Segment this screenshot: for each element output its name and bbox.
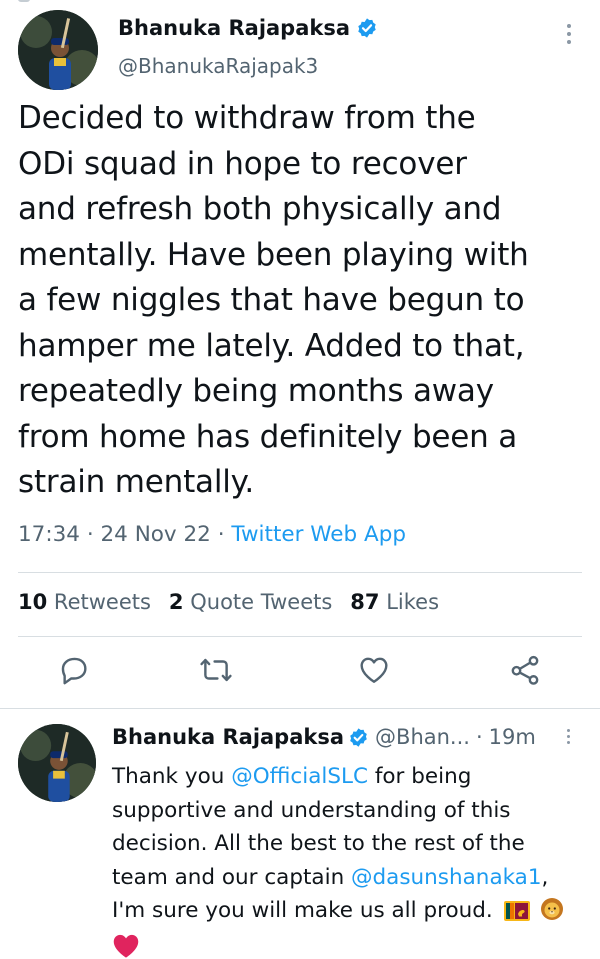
reply-text-segment: I'm sure you will make us all proud.: [112, 898, 493, 923]
top-edge-fragment: [18, 0, 30, 2]
likes-label: Likes: [386, 590, 440, 614]
tweet-text-line: repeatedly being months away: [18, 373, 494, 409]
divider: [18, 572, 582, 573]
divider: [18, 636, 582, 637]
more-options-icon[interactable]: [567, 729, 570, 744]
more-options-icon[interactable]: [567, 24, 571, 44]
likes-count: 87: [350, 590, 380, 614]
retweets-label: Retweets: [53, 590, 151, 614]
reply-separator: ·: [475, 725, 483, 749]
tweet-time[interactable]: 17:34: [18, 522, 80, 547]
mention-link[interactable]: @dasunshanaka1: [351, 865, 542, 890]
source-app-link[interactable]: Twitter Web App: [231, 522, 406, 547]
retweets-count: 10: [18, 590, 48, 614]
tweet-text-line: mentally. Have been playing with: [18, 236, 529, 273]
tweet-text: Decided to withdraw from the ODi squad i…: [18, 96, 588, 506]
verified-badge-icon: [348, 727, 369, 748]
quotes-count: 2: [168, 590, 184, 614]
reply-text-line: [112, 932, 592, 959]
quote-tweets-stat[interactable]: 2 Quote Tweets: [169, 590, 332, 614]
author-handle[interactable]: @BhanukaRajapak3: [118, 54, 318, 78]
engagement-stats: 10 Retweets 2 Quote Tweets 87 Likes: [18, 590, 439, 614]
reply-icon[interactable]: [57, 653, 91, 687]
tweet-date[interactable]: 24 Nov 22: [101, 522, 211, 547]
verified-badge-icon: [356, 17, 378, 39]
reply-timestamp[interactable]: 19m: [489, 725, 536, 749]
tweet-text-line: strain mentally.: [18, 464, 255, 500]
reply-text-line: decision. All the best to the rest of th…: [112, 831, 525, 856]
sri-lanka-flag-icon: [503, 898, 530, 932]
avatar-image: [18, 724, 96, 802]
tweet-text-line: ODi squad in hope to recover: [18, 145, 467, 182]
reply-text-segment: for being: [367, 764, 472, 789]
reply-text-line: team and our captain @dasunshanaka1,: [112, 861, 592, 895]
avatar[interactable]: [18, 10, 98, 90]
reply-text-segment: Thank you: [112, 764, 232, 789]
reply-text-line: I'm sure you will make us all proud.: [112, 894, 592, 932]
tweet-actions-bar: [0, 653, 600, 693]
tweet-meta: 17:34 · 24 Nov 22 · Twitter Web App: [18, 522, 406, 547]
red-heart-icon: [112, 933, 140, 959]
author-display-name[interactable]: Bhanuka Rajapaksa: [118, 16, 350, 40]
reply-text-segment: ,: [541, 864, 549, 890]
tweet-text-line: a few niggles that have begun to: [18, 282, 525, 318]
reply-header: Bhanuka Rajapaksa @Bhan... · 19m: [112, 725, 536, 749]
reply-text-line: Thank you @OfficialSLC for being: [112, 760, 592, 794]
reply-author-name[interactable]: Bhanuka Rajapaksa: [112, 725, 344, 749]
divider: [0, 708, 600, 709]
like-heart-icon[interactable]: [357, 653, 391, 687]
tweet-text-line: and refresh both physically and: [18, 191, 502, 227]
reply-author-handle[interactable]: @Bhan...: [375, 725, 470, 749]
meta-separator: ·: [86, 522, 94, 547]
tweet-text-line: hamper me lately. Added to that,: [18, 327, 525, 364]
tweet-text-line: Decided to withdraw from the: [18, 100, 476, 136]
quotes-label: Quote Tweets: [190, 590, 333, 614]
reply-text-line: supportive and understanding of this: [112, 797, 511, 823]
tweet-text-line: from home has definitely been a: [18, 418, 518, 455]
retweet-icon[interactable]: [199, 653, 233, 687]
mention-link[interactable]: @OfficialSLC: [231, 764, 368, 789]
lion-face-icon: [540, 897, 564, 932]
author-row[interactable]: Bhanuka Rajapaksa: [118, 16, 378, 40]
share-icon[interactable]: [508, 653, 542, 687]
retweets-stat[interactable]: 10 Retweets: [18, 590, 151, 614]
reply-avatar[interactable]: [18, 724, 96, 802]
likes-stat[interactable]: 87 Likes: [350, 590, 439, 614]
reply-text-segment: team and our captain: [112, 864, 352, 890]
reply-text: Thank you @OfficialSLC for being support…: [112, 760, 592, 959]
avatar-image: [18, 10, 98, 90]
meta-separator: ·: [217, 522, 225, 547]
